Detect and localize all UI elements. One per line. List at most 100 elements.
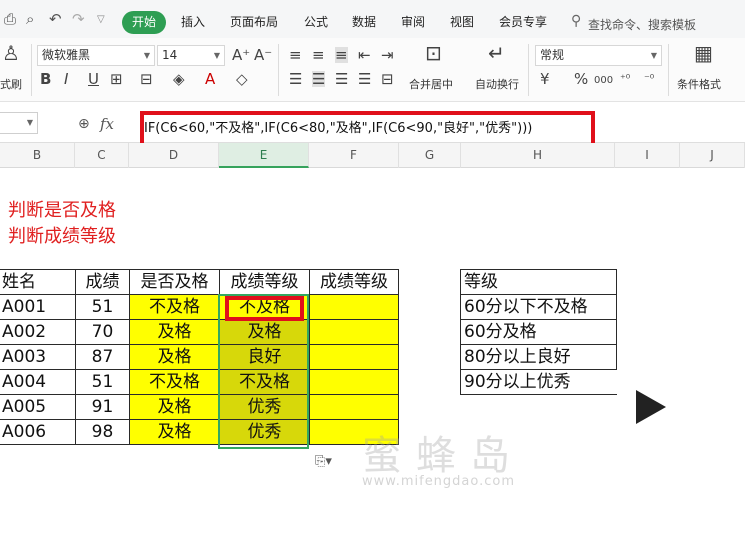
align-left-icon[interactable]: ☰: [289, 71, 302, 87]
increase-font-icon[interactable]: A⁺: [232, 47, 250, 63]
format-painter-icon[interactable]: ♙: [2, 43, 20, 63]
cell-name[interactable]: A006: [0, 419, 76, 445]
font-size-select[interactable]: 14 ▼: [157, 45, 225, 66]
header-grade-2[interactable]: 成绩等级: [309, 269, 399, 295]
column-header-G[interactable]: G: [399, 143, 461, 168]
thousands-icon[interactable]: 000: [594, 73, 613, 89]
align-middle-icon[interactable]: ≡: [312, 47, 325, 63]
cell-name[interactable]: A001: [0, 294, 76, 320]
borders-icon[interactable]: ⊞: [110, 71, 123, 87]
cell-name[interactable]: A005: [0, 394, 76, 420]
cell-pass[interactable]: 及格: [129, 344, 220, 370]
merge-center-label[interactable]: 合并居中: [409, 76, 453, 92]
number-format-select[interactable]: 常规 ▼: [535, 45, 662, 66]
cell-grade-2[interactable]: [309, 344, 399, 370]
cell-name[interactable]: A002: [0, 319, 76, 345]
justify-icon[interactable]: ☰: [358, 71, 371, 87]
align-top-icon[interactable]: ≡: [289, 47, 302, 63]
zoom-icon[interactable]: ⊕: [78, 116, 90, 132]
search-icon[interactable]: ⚲: [571, 13, 581, 29]
grade-rule[interactable]: 90分以上优秀: [460, 369, 617, 395]
cell-grade-2[interactable]: [309, 394, 399, 420]
tab-formulas[interactable]: 公式: [304, 11, 328, 34]
tab-review[interactable]: 审阅: [401, 11, 425, 34]
decrease-decimal-icon[interactable]: ⁻⁰: [644, 71, 654, 87]
search-command-input[interactable]: 查找命令、搜索模板: [588, 16, 696, 33]
header-score[interactable]: 成绩: [75, 269, 130, 295]
cell-grade-2[interactable]: [309, 369, 399, 395]
distributed-icon[interactable]: ⊟: [381, 71, 394, 87]
fx-icon[interactable]: fx: [100, 115, 114, 133]
grade-header[interactable]: 等级: [460, 269, 617, 295]
column-header-B[interactable]: B: [0, 143, 75, 168]
currency-icon[interactable]: ¥: [540, 71, 550, 87]
cell-name[interactable]: A004: [0, 369, 76, 395]
header-name[interactable]: 姓名: [0, 269, 76, 295]
cell-name[interactable]: A003: [0, 344, 76, 370]
note-pass-check: 判断是否及格: [8, 200, 116, 221]
cell-score[interactable]: 51: [75, 369, 130, 395]
column-header-D[interactable]: D: [129, 143, 219, 168]
align-bottom-icon[interactable]: ≡: [335, 47, 348, 63]
grade-rule[interactable]: 60分以下不及格: [460, 294, 617, 320]
fill-color-icon[interactable]: ◈: [173, 71, 185, 87]
column-header-I[interactable]: I: [615, 143, 680, 168]
align-center-icon[interactable]: ☰: [312, 71, 326, 87]
underline-icon[interactable]: U: [88, 71, 99, 87]
paste-options-icon[interactable]: ⎘▾: [315, 454, 332, 469]
clear-format-icon[interactable]: ◇: [236, 71, 248, 87]
tab-data[interactable]: 数据: [352, 11, 376, 34]
wrap-text-label[interactable]: 自动换行: [475, 76, 519, 92]
redo-icon[interactable]: ↷: [72, 10, 85, 28]
tab-member[interactable]: 会员专享: [499, 11, 547, 34]
cell-grade-2[interactable]: [309, 294, 399, 320]
percent-icon[interactable]: %: [574, 71, 588, 87]
align-right-icon[interactable]: ☰: [335, 71, 348, 87]
cell-pass[interactable]: 及格: [129, 394, 220, 420]
decrease-font-icon[interactable]: A⁻: [254, 47, 272, 63]
header-grade[interactable]: 成绩等级: [219, 269, 310, 295]
increase-decimal-icon[interactable]: ⁺⁰: [620, 71, 630, 87]
tab-insert[interactable]: 插入: [181, 11, 205, 34]
italic-icon[interactable]: I: [64, 71, 68, 87]
outdent-icon[interactable]: ⇤: [358, 47, 371, 63]
indent-icon[interactable]: ⇥: [381, 47, 394, 63]
bold-icon[interactable]: B: [40, 71, 51, 87]
cell-grade-2[interactable]: [309, 319, 399, 345]
undo-icon[interactable]: ↶: [49, 10, 62, 28]
tab-view[interactable]: 视图: [450, 11, 474, 34]
tab-page-layout[interactable]: 页面布局: [230, 11, 278, 34]
font-color-icon[interactable]: A: [205, 71, 215, 87]
font-name-select[interactable]: 微软雅黑 ▼: [37, 45, 155, 66]
header-pass[interactable]: 是否及格: [129, 269, 220, 295]
merge-center-icon[interactable]: ⊡: [425, 43, 442, 63]
cell-score[interactable]: 91: [75, 394, 130, 420]
column-header-H[interactable]: H: [461, 143, 615, 168]
cell-pass[interactable]: 及格: [129, 419, 220, 445]
column-header-C[interactable]: C: [75, 143, 129, 168]
format-painter-label[interactable]: 式刷: [0, 76, 22, 92]
grade-rule[interactable]: 60分及格: [460, 319, 617, 345]
cell-score[interactable]: 51: [75, 294, 130, 320]
column-header-F[interactable]: F: [309, 143, 399, 168]
column-header-E[interactable]: E: [219, 143, 309, 168]
cell-score[interactable]: 70: [75, 319, 130, 345]
cell-style-icon[interactable]: ⊟: [140, 71, 153, 87]
cell-score[interactable]: 87: [75, 344, 130, 370]
print-icon[interactable]: ⎙: [4, 10, 16, 28]
quick-access-dropdown-icon[interactable]: ▽: [97, 14, 105, 25]
play-icon[interactable]: [636, 390, 666, 424]
cell-pass[interactable]: 不及格: [129, 369, 220, 395]
cell-score[interactable]: 98: [75, 419, 130, 445]
grade-rule[interactable]: 80分以上良好: [460, 344, 617, 370]
conditional-format-label[interactable]: 条件格式: [677, 76, 721, 92]
tab-start[interactable]: 开始: [122, 11, 166, 34]
cell-pass[interactable]: 不及格: [129, 294, 220, 320]
print-preview-icon[interactable]: ⌕: [26, 10, 34, 28]
name-box[interactable]: ▼: [0, 112, 38, 134]
table-header-row: 等级: [460, 269, 617, 295]
wrap-text-icon[interactable]: ↵: [488, 43, 505, 63]
cell-pass[interactable]: 及格: [129, 319, 220, 345]
conditional-format-icon[interactable]: ▦: [694, 43, 713, 63]
column-header-J[interactable]: J: [680, 143, 745, 168]
